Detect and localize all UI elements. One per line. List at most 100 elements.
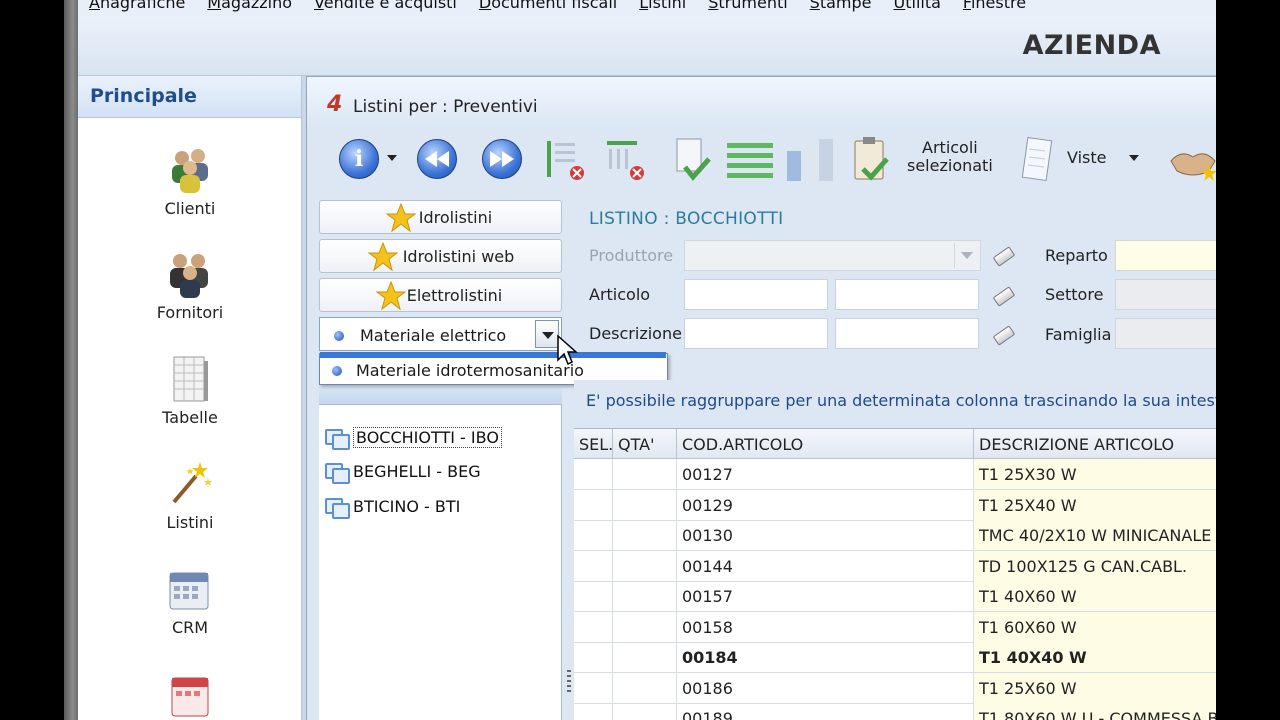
- sidebar-item-agenda[interactable]: [78, 668, 302, 720]
- menu-documenti-fiscali[interactable]: Documenti fiscali: [468, 0, 628, 16]
- clear-articolo-icon[interactable]: [991, 285, 1017, 305]
- group-by-hint-bar[interactable]: E' possibile raggruppare per una determi…: [574, 380, 1216, 422]
- sel-cell[interactable]: [574, 581, 613, 612]
- tree-item[interactable]: BEGHELLI - BEG: [325, 459, 481, 484]
- cod-articolo-cell[interactable]: 00130: [677, 520, 974, 551]
- descrizione-input-2[interactable]: [835, 318, 979, 349]
- menu-listini[interactable]: Listini: [628, 0, 697, 16]
- sel-cell[interactable]: [574, 672, 613, 704]
- table-row[interactable]: 00144 TD 100X125 G CAN.CABL.: [574, 550, 1216, 582]
- columns-icon[interactable]: [785, 137, 835, 183]
- menu-stampe[interactable]: Stampe: [799, 0, 883, 16]
- views-document-icon[interactable]: [1019, 137, 1055, 183]
- settore-input[interactable]: [1115, 279, 1216, 310]
- sel-cell[interactable]: [574, 642, 613, 673]
- qta-cell[interactable]: [613, 672, 677, 704]
- menu-anagrafiche[interactable]: Anagrafiche: [78, 0, 196, 16]
- articolo-from-input[interactable]: [684, 279, 828, 310]
- clear-produttore-icon[interactable]: [991, 245, 1017, 265]
- descrizione-cell[interactable]: T1 25X40 W: [974, 489, 1216, 521]
- cod-articolo-cell[interactable]: 00189: [677, 703, 974, 720]
- sel-cell[interactable]: [574, 520, 613, 551]
- cod-articolo-cell[interactable]: 00184: [677, 642, 974, 673]
- table-row[interactable]: 00127 T1 25X30 W: [574, 459, 1216, 490]
- sidebar-item-tabelle[interactable]: Tabelle: [78, 353, 302, 427]
- cod-articolo-cell[interactable]: 00144: [677, 550, 974, 582]
- cod-articolo-cell[interactable]: 00127: [677, 459, 974, 490]
- column-header-cod-articolo[interactable]: COD.ARTICOLO: [677, 429, 974, 459]
- articoli-selezionati-label[interactable]: Articoli selezionati: [907, 139, 993, 175]
- sel-cell[interactable]: [574, 703, 613, 720]
- cod-articolo-cell[interactable]: 00157: [677, 581, 974, 612]
- table-row[interactable]: 00129 T1 25X40 W: [574, 489, 1216, 521]
- document-check-icon[interactable]: [673, 137, 713, 183]
- column-header-sel[interactable]: SEL.: [574, 429, 613, 459]
- qta-cell[interactable]: [613, 611, 677, 643]
- viste-dropdown-arrow-icon[interactable]: [1129, 155, 1139, 163]
- clipboard-check-icon[interactable]: [851, 135, 891, 185]
- produttore-dropdown-button[interactable]: [954, 243, 978, 268]
- qta-cell[interactable]: [613, 642, 677, 673]
- menu-utilita[interactable]: Utilità: [883, 0, 952, 16]
- sel-cell[interactable]: [574, 611, 613, 643]
- descrizione-input-1[interactable]: [684, 318, 828, 349]
- clear-descrizione-icon[interactable]: [991, 324, 1017, 344]
- table-row[interactable]: 00186 T1 25X60 W: [574, 672, 1216, 704]
- viste-label[interactable]: Viste: [1067, 149, 1107, 167]
- descrizione-cell[interactable]: T1 25X60 W: [974, 672, 1216, 704]
- sidebar-item-crm[interactable]: CRM: [78, 563, 302, 637]
- info-dropdown-arrow-icon[interactable]: [387, 155, 397, 163]
- table-row[interactable]: 00189 T1 80X60 W U - COMMESSA B: [574, 703, 1216, 720]
- sel-cell[interactable]: [574, 489, 613, 521]
- info-button[interactable]: i: [339, 139, 379, 179]
- sel-cell[interactable]: [574, 459, 613, 490]
- deselect-column-icon[interactable]: [545, 139, 587, 181]
- descrizione-cell[interactable]: TD 100X125 G CAN.CABL.: [974, 550, 1216, 582]
- qta-cell[interactable]: [613, 520, 677, 551]
- idrolistini-button[interactable]: Idrolistini: [319, 200, 562, 234]
- table-row[interactable]: 00184 T1 40X40 W: [574, 642, 1216, 673]
- next-button[interactable]: [482, 139, 522, 179]
- elettrolistini-button[interactable]: Elettrolistini: [319, 278, 562, 312]
- reparto-input[interactable]: [1115, 240, 1216, 271]
- descrizione-cell[interactable]: T1 40X60 W: [974, 581, 1216, 612]
- menu-finestre[interactable]: Finestre: [952, 0, 1037, 16]
- descrizione-cell[interactable]: T1 40X40 W: [974, 642, 1216, 673]
- column-header-descrizione[interactable]: DESCRIZIONE ARTICOLO: [974, 429, 1216, 459]
- splitter-grip[interactable]: [567, 670, 571, 694]
- descrizione-cell[interactable]: T1 60X60 W: [974, 611, 1216, 643]
- cod-articolo-cell[interactable]: 00158: [677, 611, 974, 643]
- qta-cell[interactable]: [613, 489, 677, 521]
- sidebar-item-clienti[interactable]: Clienti: [78, 144, 302, 218]
- list-icon[interactable]: [725, 141, 775, 181]
- previous-button[interactable]: [417, 139, 457, 179]
- sidebar-item-fornitori[interactable]: Fornitori: [78, 248, 302, 322]
- cod-articolo-cell[interactable]: 00186: [677, 672, 974, 704]
- famiglia-input[interactable]: [1115, 318, 1216, 349]
- tree-item[interactable]: BTICINO - BTI: [325, 494, 460, 519]
- materiale-combobox[interactable]: Materiale elettrico: [319, 317, 562, 351]
- tree-item[interactable]: BOCCHIOTTI - IBO: [325, 425, 502, 450]
- menu-vendite-acquisti[interactable]: Vendite e acquisti: [303, 0, 468, 16]
- articolo-to-input[interactable]: [835, 279, 979, 310]
- handshake-icon[interactable]: [1169, 141, 1216, 181]
- table-row[interactable]: 00158 T1 60X60 W: [574, 611, 1216, 643]
- qta-cell[interactable]: [613, 703, 677, 720]
- qta-cell[interactable]: [613, 550, 677, 582]
- qta-cell[interactable]: [613, 581, 677, 612]
- cod-articolo-cell[interactable]: 00129: [677, 489, 974, 521]
- table-row[interactable]: 00130 TMC 40/2X10 W MINICANALE: [574, 520, 1216, 551]
- qta-cell[interactable]: [613, 459, 677, 490]
- table-row[interactable]: 00157 T1 40X60 W: [574, 581, 1216, 612]
- sel-cell[interactable]: [574, 550, 613, 582]
- column-header-qta[interactable]: QTA': [613, 429, 677, 459]
- deselect-row-icon[interactable]: [605, 139, 647, 181]
- menu-strumenti[interactable]: Strumenti: [697, 0, 798, 16]
- descrizione-cell[interactable]: T1 80X60 W U - COMMESSA B: [974, 703, 1216, 720]
- dropdown-option[interactable]: Materiale idrotermosanitario: [356, 361, 584, 380]
- descrizione-cell[interactable]: TMC 40/2X10 W MINICANALE: [974, 520, 1216, 551]
- descrizione-cell[interactable]: T1 25X30 W: [974, 459, 1216, 490]
- sidebar-item-listini[interactable]: Listini: [78, 458, 302, 532]
- menu-magazzino[interactable]: Magazzino: [196, 0, 303, 16]
- idrolistini-web-button[interactable]: Idrolistini web: [319, 239, 562, 273]
